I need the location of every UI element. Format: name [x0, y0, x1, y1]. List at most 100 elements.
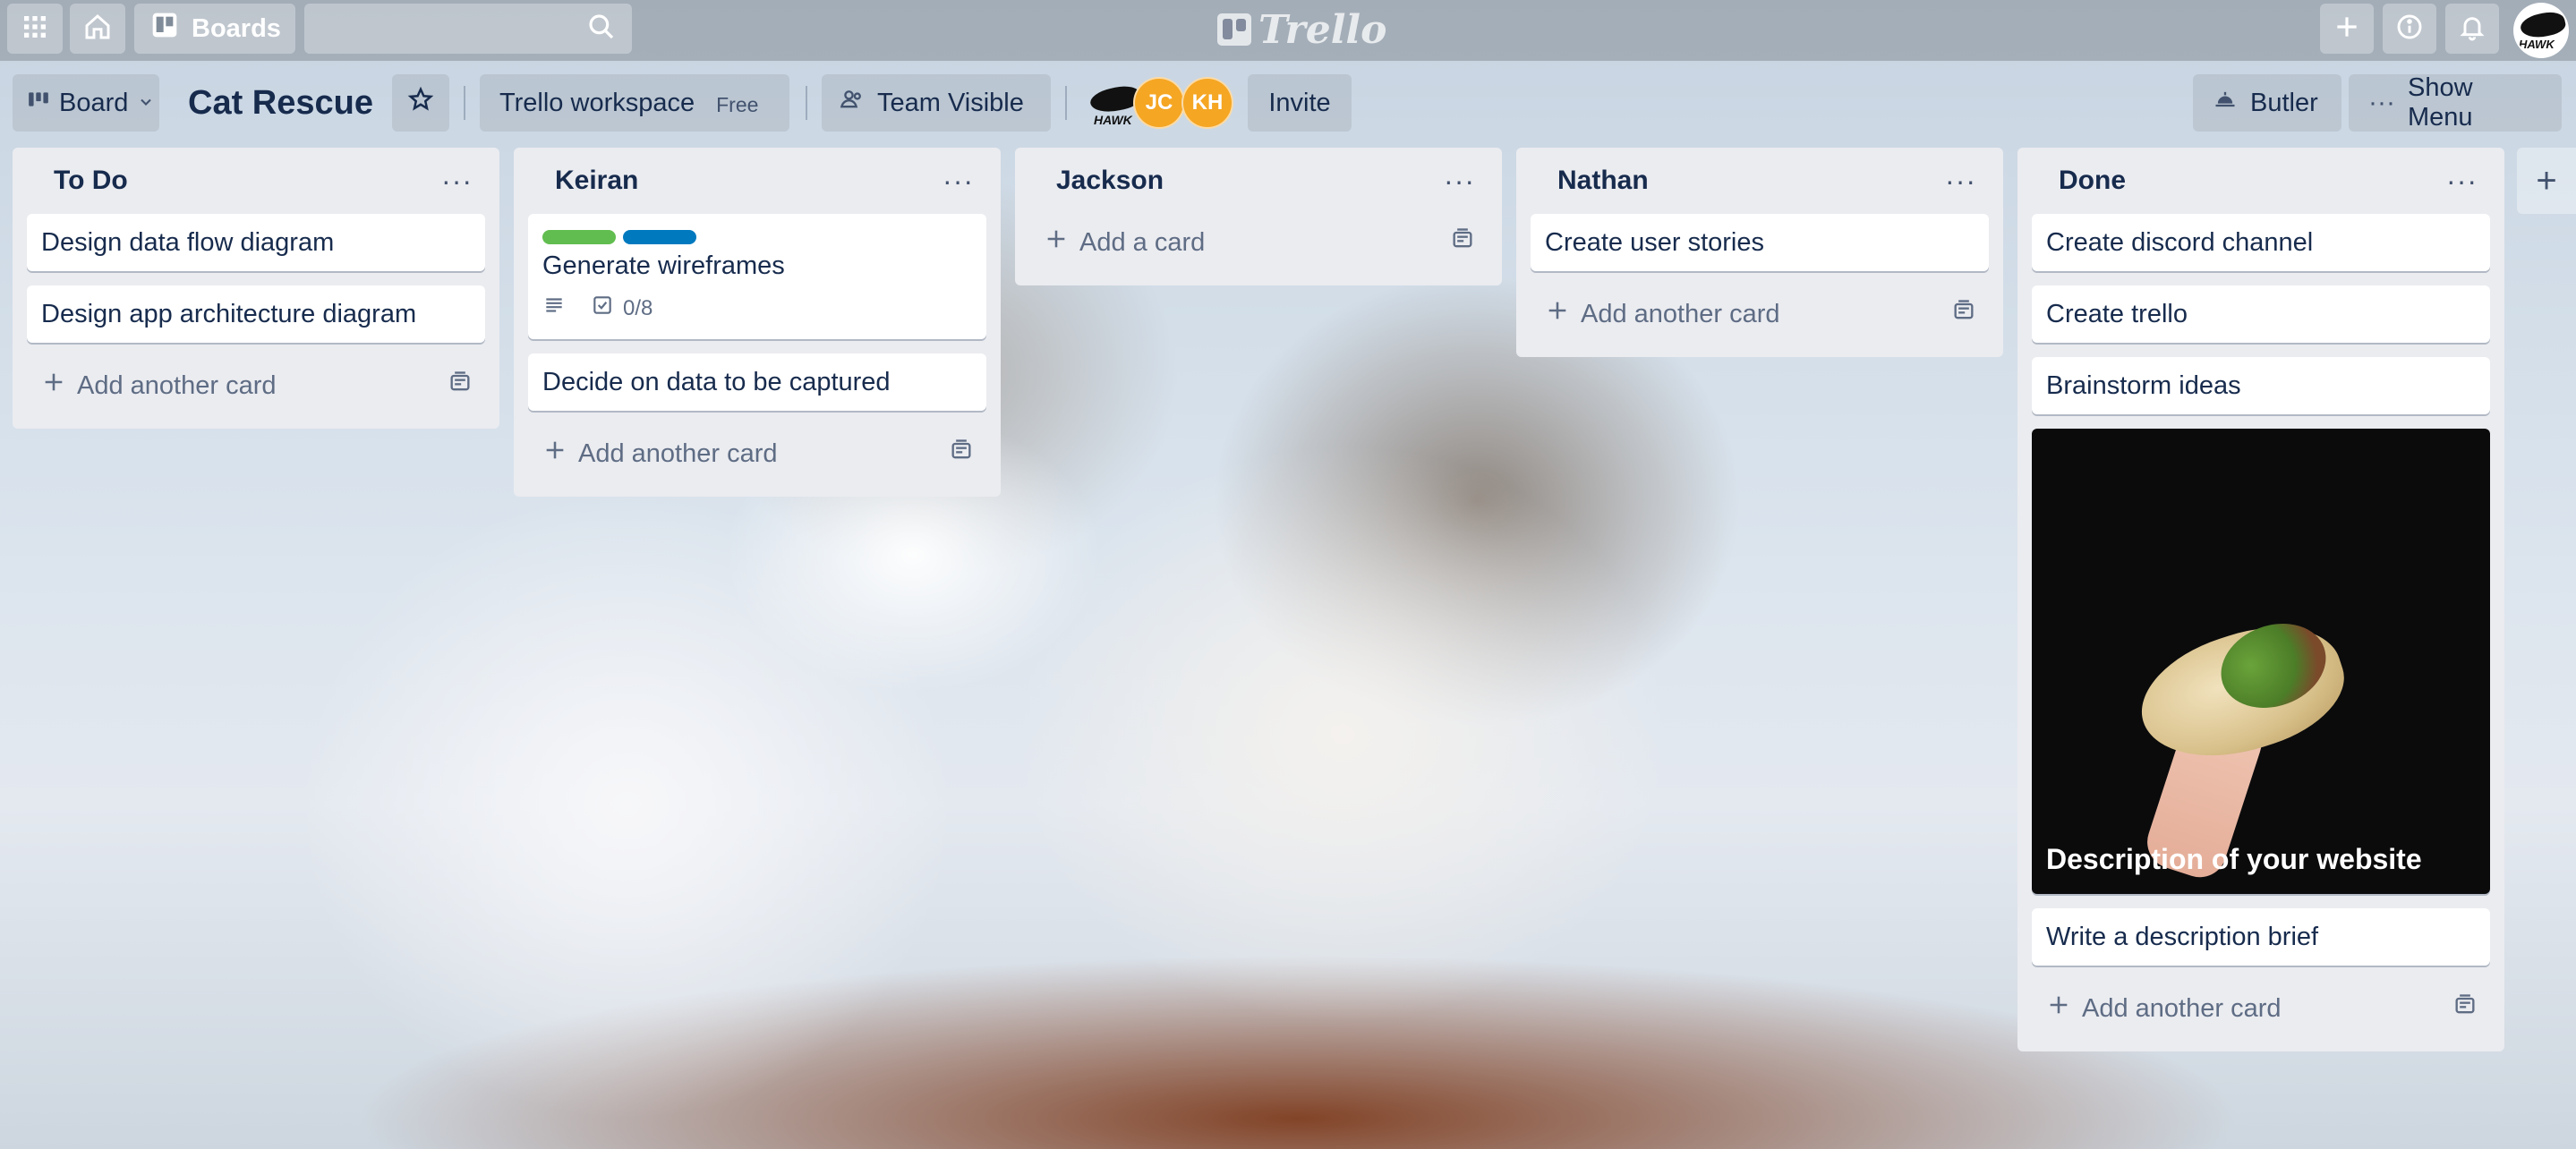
plan-badge: Free	[716, 92, 759, 116]
list-nathan: Nathan ··· Create user stories Add anoth…	[1516, 148, 2003, 357]
add-card-label: Add another card	[578, 438, 778, 468]
apps-button[interactable]	[7, 4, 63, 54]
plus-icon	[1545, 298, 1570, 330]
add-card-button[interactable]: Add a card	[1029, 214, 1488, 271]
butler-label: Butler	[2250, 88, 2318, 117]
list-menu-icon[interactable]: ···	[2446, 166, 2478, 195]
create-button[interactable]	[2320, 4, 2374, 54]
list-header: Jackson ···	[1029, 148, 1488, 214]
trello-logo-text: Trello	[1258, 6, 1387, 53]
card-labels[interactable]	[542, 230, 972, 244]
home-button[interactable]	[70, 4, 125, 54]
card[interactable]: Decide on data to be captured	[528, 353, 986, 411]
trello-logo[interactable]: Trello	[1217, 5, 1387, 54]
label-green[interactable]	[542, 230, 616, 244]
add-card-label: Add another card	[2082, 993, 2282, 1023]
bell-icon	[2458, 13, 2486, 46]
list-menu-icon[interactable]: ···	[1444, 166, 1475, 195]
team-visible-icon	[840, 87, 865, 119]
invite-button[interactable]: Invite	[1248, 74, 1352, 132]
add-card-left: Add a card	[1044, 226, 1205, 259]
board-view-label: Board	[59, 88, 129, 117]
card[interactable]: Create trello	[2032, 285, 2490, 343]
list-menu-icon[interactable]: ···	[1945, 166, 1976, 195]
info-icon	[2395, 13, 2424, 46]
card-template-icon[interactable]	[2452, 992, 2478, 1025]
boards-icon	[150, 11, 179, 47]
top-header: Boards Trello HAWK	[0, 0, 2576, 61]
list-title[interactable]: Nathan	[1557, 166, 1649, 196]
board-title[interactable]: Cat Rescue	[175, 74, 386, 132]
add-card-label: Add another card	[1581, 299, 1780, 328]
add-card-left: Add another card	[2046, 992, 2281, 1025]
cover-image-card[interactable]: Description of your website	[2032, 429, 2490, 894]
list-title[interactable]: Done	[2059, 166, 2126, 196]
add-card-button[interactable]: Add another card	[1531, 285, 1989, 343]
member-avatar-jc[interactable]: JC	[1133, 77, 1185, 129]
search-input[interactable]	[304, 4, 632, 54]
card[interactable]: Create discord channel	[2032, 214, 2490, 271]
hawk-logo-icon	[2518, 9, 2567, 41]
list-header: Nathan ···	[1531, 148, 1989, 214]
more-dots-icon: ···	[2368, 88, 2395, 117]
description-icon	[542, 294, 566, 323]
card-title: Generate wireframes	[542, 251, 785, 280]
avatar-text: HAWK	[2519, 38, 2555, 51]
list-title[interactable]: Keiran	[555, 166, 638, 196]
card[interactable]: Brainstorm ideas	[2032, 357, 2490, 414]
header-divider	[464, 86, 465, 120]
card-template-icon[interactable]	[448, 370, 473, 402]
list-header: Done ···	[2032, 148, 2490, 214]
plus-icon	[2046, 992, 2071, 1025]
workspace-label: Trello workspace	[499, 88, 695, 117]
add-list-button[interactable]: +	[2517, 148, 2576, 214]
home-icon	[83, 13, 112, 46]
list-keiran: Keiran ··· Generate wireframes 0/8 Decid…	[514, 148, 1001, 497]
list-title[interactable]: Jackson	[1056, 166, 1164, 196]
workspace-button[interactable]: Trello workspace Free	[480, 74, 789, 132]
boards-button[interactable]: Boards	[134, 4, 295, 54]
list-menu-icon[interactable]: ···	[943, 166, 974, 195]
avatar-text: HAWK	[1094, 113, 1132, 127]
butler-icon	[2213, 87, 2238, 119]
card[interactable]: Design data flow diagram	[27, 214, 485, 271]
card-template-icon[interactable]	[1450, 226, 1475, 259]
visibility-button[interactable]: Team Visible	[822, 74, 1051, 132]
cover-card-title: Description of your website	[2046, 843, 2422, 875]
notifications-button[interactable]	[2445, 4, 2499, 54]
show-menu-button[interactable]: ··· Show Menu	[2349, 73, 2562, 132]
list-header: To Do ···	[27, 148, 485, 214]
card-template-icon[interactable]	[1951, 298, 1976, 330]
board-view-switcher[interactable]: Board	[13, 74, 159, 132]
checklist-count: 0/8	[623, 295, 653, 320]
add-card-button[interactable]: Add another card	[2032, 980, 2490, 1037]
add-card-button[interactable]: Add another card	[27, 357, 485, 414]
boards-label: Boards	[192, 13, 281, 43]
info-button[interactable]	[2383, 4, 2436, 54]
list-jackson: Jackson ··· Add a card	[1015, 148, 1502, 285]
card-template-icon[interactable]	[949, 438, 974, 470]
label-blue[interactable]	[623, 230, 696, 244]
description-badge	[542, 294, 566, 323]
list-title[interactable]: To Do	[54, 166, 128, 196]
member-avatar-kh[interactable]: KH	[1181, 77, 1233, 129]
butler-button[interactable]: Butler	[2193, 74, 2341, 132]
card[interactable]: Design app architecture diagram	[27, 285, 485, 343]
card[interactable]: Create user stories	[1531, 214, 1989, 271]
chevron-down-icon	[137, 89, 155, 118]
user-avatar[interactable]: HAWK	[2513, 3, 2569, 58]
add-card-label: Add a card	[1079, 227, 1206, 257]
star-board-button[interactable]	[392, 74, 449, 132]
checklist-icon	[591, 294, 614, 323]
card[interactable]: Write a description brief	[2032, 908, 2490, 966]
card[interactable]: Generate wireframes 0/8	[528, 214, 986, 339]
plus-icon	[1044, 226, 1069, 259]
visibility-label: Team Visible	[877, 88, 1024, 117]
list-menu-icon[interactable]: ···	[441, 166, 473, 195]
add-card-button[interactable]: Add another card	[528, 425, 986, 482]
list-done: Done ··· Create discord channel Create t…	[2017, 148, 2504, 1051]
plus-icon	[542, 438, 567, 470]
star-icon	[407, 86, 434, 120]
card-badges: 0/8	[542, 294, 972, 323]
add-card-left: Add another card	[41, 370, 276, 402]
